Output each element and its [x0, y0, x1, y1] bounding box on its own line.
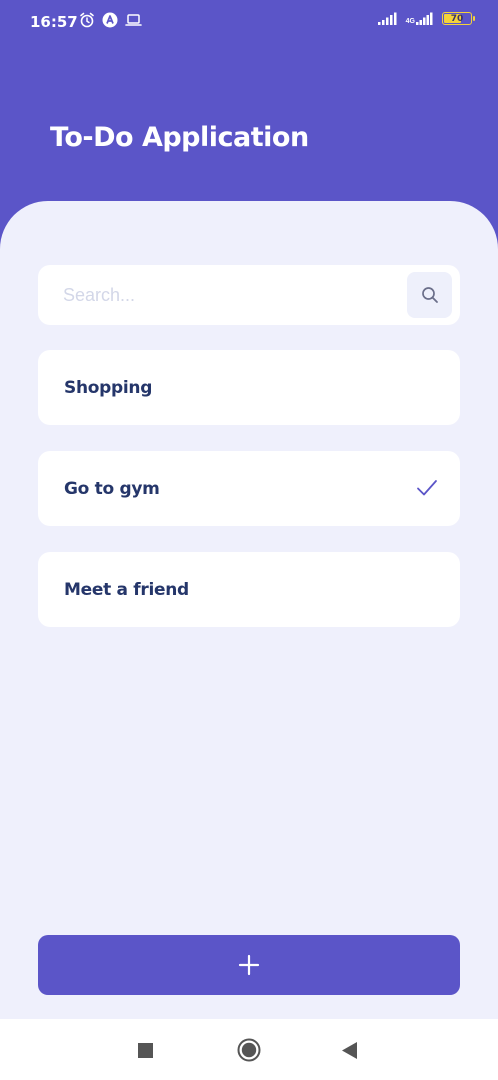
search-box	[38, 265, 460, 325]
todo-list: Shopping Go to gym Meet a friend	[38, 350, 460, 653]
search-icon	[421, 287, 438, 303]
recents-square-icon[interactable]	[138, 1043, 153, 1058]
todo-item[interactable]: Meet a friend	[38, 552, 460, 627]
todo-item[interactable]: Go to gym	[38, 451, 460, 526]
network-4g-indicator: 4G	[406, 12, 433, 25]
app-notification-icon	[102, 12, 118, 28]
plus-icon	[238, 954, 260, 976]
network-label: 4G	[405, 18, 415, 25]
search-input[interactable]	[63, 265, 393, 325]
search-button[interactable]	[407, 272, 452, 318]
check-icon[interactable]	[416, 479, 438, 497]
battery-level: 70	[450, 13, 464, 24]
page-title: To-Do Application	[50, 122, 309, 153]
signal-bars-icon	[377, 12, 397, 25]
home-circle-icon[interactable]	[237, 1038, 261, 1062]
laptop-icon	[125, 14, 142, 26]
todo-label: Go to gym	[64, 478, 160, 499]
signal-bars-4g-icon	[416, 12, 433, 25]
status-icons-right: 4G 70	[377, 12, 475, 25]
todo-label: Meet a friend	[64, 579, 189, 600]
status-bar: 16:57 4G 70	[0, 0, 498, 44]
alarm-icon	[80, 12, 94, 28]
system-nav-bar	[0, 1019, 498, 1080]
status-icons-left	[79, 12, 142, 28]
battery-icon: 70	[442, 12, 475, 25]
status-time: 16:57	[30, 13, 78, 31]
back-triangle-icon[interactable]	[342, 1042, 357, 1059]
main-panel: Shopping Go to gym Meet a friend	[0, 201, 498, 1019]
todo-label: Shopping	[64, 377, 153, 398]
todo-item[interactable]: Shopping	[38, 350, 460, 425]
add-todo-button[interactable]	[38, 935, 460, 995]
